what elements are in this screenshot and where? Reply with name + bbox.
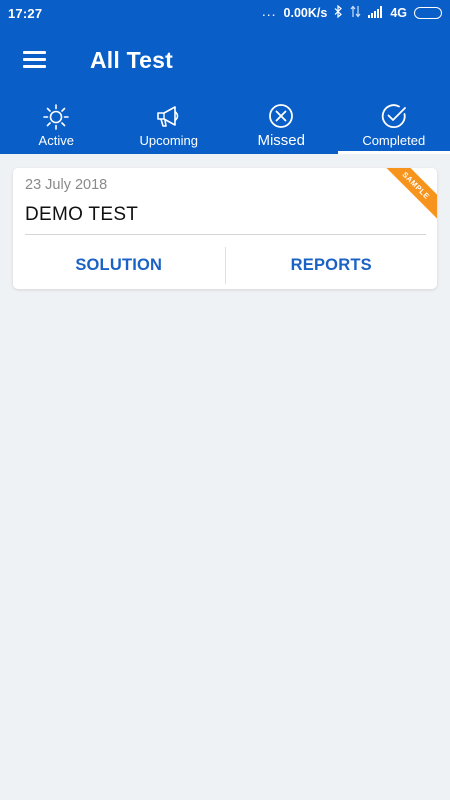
sun-icon xyxy=(43,104,70,130)
sample-badge: SAMPLE xyxy=(377,168,437,225)
card-actions: SOLUTION REPORTS xyxy=(13,247,437,284)
check-circle-icon xyxy=(381,104,406,129)
network-type: 4G xyxy=(390,6,407,20)
tab-label: Active xyxy=(38,133,74,148)
close-circle-icon xyxy=(269,104,294,128)
notification-dots: ... xyxy=(261,3,277,19)
tab-upcoming[interactable]: Upcoming xyxy=(113,98,226,154)
test-date: 23 July 2018 xyxy=(25,177,108,193)
card-divider xyxy=(25,234,426,235)
megaphone-icon xyxy=(156,106,179,127)
page-title: All Test xyxy=(90,47,173,73)
tab-bar: Active Upcoming Missed Completed xyxy=(0,98,450,154)
solution-button[interactable]: SOLUTION xyxy=(13,247,225,284)
app-bar: 17:27 ... 0.00K/s 4G All Test Active Upc… xyxy=(0,0,450,154)
tab-label: Missed xyxy=(257,132,305,149)
hamburger-menu-icon[interactable] xyxy=(20,48,50,72)
reports-button[interactable]: REPORTS xyxy=(226,247,438,284)
data-transfer-icon xyxy=(350,5,361,21)
test-card[interactable]: 23 July 2018 DEMO TEST SAMPLE SOLUTION R… xyxy=(13,168,437,289)
tab-missed[interactable]: Missed xyxy=(225,98,338,154)
tab-completed[interactable]: Completed xyxy=(337,98,450,154)
tab-active[interactable]: Active xyxy=(0,98,113,154)
toolbar: All Test xyxy=(0,26,450,96)
test-title: DEMO TEST xyxy=(25,204,139,225)
status-indicators: ... 0.00K/s 4G xyxy=(261,3,442,21)
battery-icon xyxy=(414,7,442,19)
network-speed: 0.00K/s xyxy=(283,6,328,20)
signal-icon xyxy=(368,5,383,21)
status-time: 17:27 xyxy=(8,6,43,21)
bluetooth-icon xyxy=(334,4,343,21)
status-bar: 17:27 ... 0.00K/s 4G xyxy=(0,0,450,26)
tab-label: Completed xyxy=(362,133,426,148)
tab-label: Upcoming xyxy=(139,133,199,148)
